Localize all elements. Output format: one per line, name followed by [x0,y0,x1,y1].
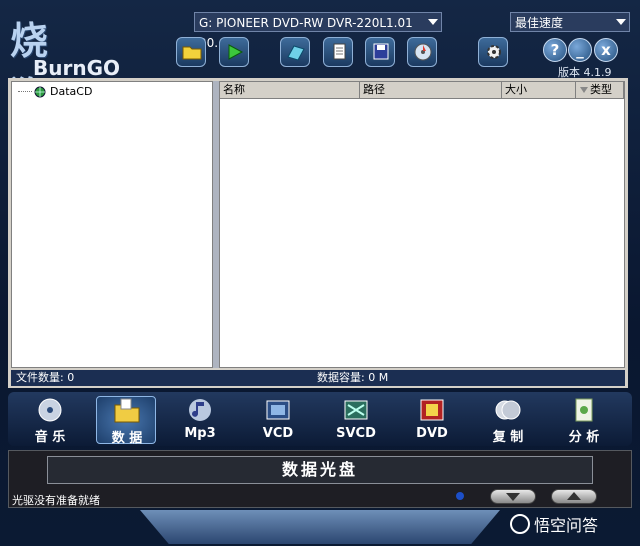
chevron-down-icon [616,19,626,25]
add-files-button[interactable] [280,37,310,67]
speed-select-value: 最佳速度 [515,16,564,30]
status-bar: 文件数量: 0 数据容量: 0 M [11,370,625,386]
watermark: 悟空问答 [510,512,598,536]
speed-select[interactable]: 最佳速度 [510,12,630,32]
open-button[interactable] [176,37,206,67]
window-base [140,510,500,544]
file-list-header: 名称 路径 大小 类型 [220,82,624,99]
disc-name-field[interactable]: 数据光盘 [47,456,593,484]
scroll-down-button[interactable] [490,489,536,504]
close-button[interactable]: x [594,38,618,62]
mode-label: VCD [262,426,294,441]
mode-analyze-button[interactable]: 分 析 [554,396,614,445]
mode-bar: 音 乐 数 据 Mp3 VCD SVCD DVD 复 制 分 析 [8,392,632,446]
chevron-down-icon [428,19,438,25]
mode-music-button[interactable]: 音 乐 [20,396,80,445]
mode-vcd-button[interactable]: VCD [248,396,308,444]
app-window: 烧 狗 BurnGO G: PIONEER DVD-RW DVR-220L1.0… [0,0,640,546]
settings-button[interactable] [478,37,508,67]
mode-label: 复 制 [492,430,524,445]
burn-disc-icon [414,43,432,61]
disc-panel: 数据光盘 光驱没有准备就绪 [8,450,632,508]
tree-item-label: DataCD [50,85,93,98]
mode-svcd-button[interactable]: SVCD [326,396,386,444]
drive-select[interactable]: G: PIONEER DVD-RW DVR-220L1.01 20... [194,12,442,50]
save-button[interactable] [365,37,395,67]
tree-item-datacd[interactable]: DataCD [18,85,92,98]
svcd-film-icon [344,400,368,420]
mode-dvd-button[interactable]: DVD [402,396,462,444]
mode-data-button[interactable]: 数 据 [96,396,156,446]
tree-connector [18,91,32,92]
data-capacity-label: 数据容量: 0 M [317,371,389,384]
mode-label: SVCD [336,426,376,441]
music-disc-icon [38,398,62,422]
sort-arrow-icon [580,87,588,93]
document-icon [333,43,346,60]
copy-discs-icon [495,400,521,420]
help-button[interactable]: ? [543,38,567,62]
floppy-disk-icon [373,43,389,60]
watermark-text: 悟空问答 [534,516,599,535]
status-led-icon [456,492,464,500]
watermark-icon [510,514,530,534]
vcd-film-icon [266,400,290,420]
column-header-name[interactable]: 名称 [220,82,360,98]
logo-english-text: BurnGO [33,56,121,80]
project-tree[interactable]: DataCD [11,81,213,368]
data-folder-icon [114,398,140,423]
mode-label: Mp3 [184,426,216,441]
mode-label: DVD [416,426,448,441]
file-count-label: 文件数量: 0 [16,371,75,384]
play-icon [228,44,244,60]
burn-start-button[interactable] [219,37,249,67]
add-folder-icon [287,45,305,61]
new-project-button[interactable] [323,37,353,67]
mode-mp3-button[interactable]: Mp3 [170,396,230,444]
mode-label: 音 乐 [34,430,66,445]
folder-icon [182,46,202,60]
column-header-path[interactable]: 路径 [360,82,502,98]
globe-icon [34,86,46,97]
gear-icon [487,45,501,59]
burn-disc-button[interactable] [407,37,437,67]
mode-copy-button[interactable]: 复 制 [478,396,538,445]
minimize-button[interactable]: _ [568,38,592,62]
dvd-film-icon [420,399,444,421]
scroll-up-button[interactable] [551,489,597,504]
triangle-down-icon [506,493,520,501]
main-panel: DataCD 名称 路径 大小 类型 文件数量: 0 数据容量: 0 M [8,78,628,388]
file-list[interactable]: 名称 路径 大小 类型 [219,81,625,368]
mode-label: 分 析 [568,430,600,445]
column-header-size[interactable]: 大小 [502,82,576,98]
app-logo: 烧 狗 BurnGO [10,10,125,118]
mp3-note-icon [189,399,211,421]
mode-label: 数 据 [111,431,143,446]
column-header-type-label: 类型 [590,83,612,96]
drive-status-text: 光驱没有准备就绪 [12,494,100,507]
triangle-up-icon [567,492,581,500]
analyze-doc-icon [575,398,593,422]
